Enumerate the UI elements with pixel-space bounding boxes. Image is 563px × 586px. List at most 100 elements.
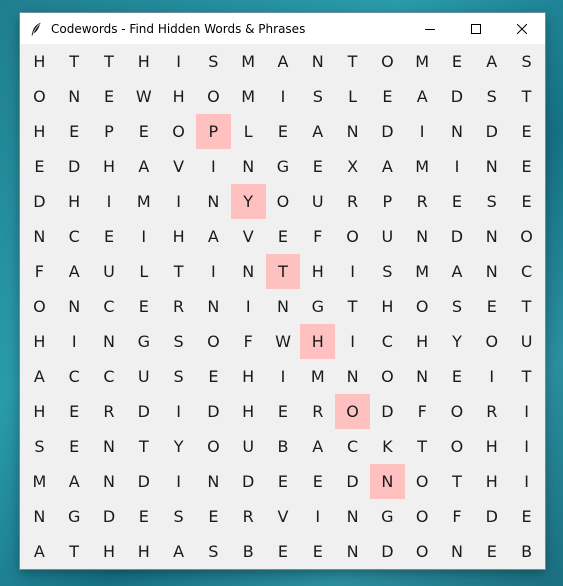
letter-cell[interactable]: M: [405, 149, 440, 184]
letter-cell[interactable]: D: [440, 79, 475, 114]
letter-cell[interactable]: H: [22, 324, 57, 359]
letter-cell[interactable]: N: [335, 359, 370, 394]
letter-cell[interactable]: P: [370, 184, 405, 219]
letter-cell[interactable]: S: [161, 359, 196, 394]
letter-cell[interactable]: N: [231, 149, 266, 184]
letter-cell[interactable]: E: [22, 149, 57, 184]
letter-cell[interactable]: A: [22, 359, 57, 394]
letter-cell[interactable]: C: [92, 289, 127, 324]
letter-cell[interactable]: E: [440, 184, 475, 219]
letter-cell[interactable]: R: [405, 184, 440, 219]
highlighted-letter-cell[interactable]: T: [265, 254, 301, 289]
letter-cell[interactable]: N: [440, 534, 475, 569]
letter-cell[interactable]: N: [196, 464, 231, 499]
letter-cell[interactable]: N: [231, 254, 266, 289]
letter-cell[interactable]: D: [126, 464, 161, 499]
letter-cell[interactable]: D: [370, 394, 405, 429]
letter-cell[interactable]: H: [474, 429, 509, 464]
letter-cell[interactable]: O: [196, 324, 231, 359]
letter-cell[interactable]: W: [266, 324, 301, 359]
letter-cell[interactable]: A: [300, 429, 335, 464]
letter-cell[interactable]: O: [405, 464, 440, 499]
letter-cell[interactable]: S: [196, 44, 231, 79]
letter-cell[interactable]: H: [92, 534, 127, 569]
letter-cell[interactable]: G: [266, 149, 301, 184]
letter-cell[interactable]: O: [266, 184, 301, 219]
letter-cell[interactable]: H: [231, 394, 266, 429]
letter-cell[interactable]: U: [300, 184, 335, 219]
letter-cell[interactable]: H: [92, 149, 127, 184]
letter-cell[interactable]: H: [405, 324, 440, 359]
letter-cell[interactable]: R: [231, 499, 266, 534]
letter-cell[interactable]: H: [231, 359, 266, 394]
maximize-button[interactable]: [453, 13, 499, 44]
letter-cell[interactable]: I: [509, 464, 544, 499]
letter-cell[interactable]: D: [196, 394, 231, 429]
letter-cell[interactable]: U: [126, 359, 161, 394]
letter-cell[interactable]: E: [300, 464, 335, 499]
letter-cell[interactable]: A: [405, 79, 440, 114]
letter-cell[interactable]: F: [22, 254, 57, 289]
letter-cell[interactable]: E: [266, 534, 301, 569]
letter-cell[interactable]: A: [22, 534, 57, 569]
letter-cell[interactable]: N: [405, 219, 440, 254]
letter-cell[interactable]: H: [370, 289, 405, 324]
letter-cell[interactable]: O: [161, 114, 196, 149]
letter-cell[interactable]: E: [126, 114, 161, 149]
letter-cell[interactable]: O: [474, 324, 509, 359]
letter-cell[interactable]: E: [57, 114, 92, 149]
highlighted-letter-cell[interactable]: Y: [230, 184, 266, 219]
letter-cell[interactable]: I: [405, 114, 440, 149]
letter-cell[interactable]: S: [474, 79, 509, 114]
letter-cell[interactable]: O: [196, 429, 231, 464]
letter-cell[interactable]: T: [126, 429, 161, 464]
letter-cell[interactable]: E: [300, 534, 335, 569]
letter-cell[interactable]: O: [22, 79, 57, 114]
letter-cell[interactable]: E: [266, 464, 301, 499]
letter-cell[interactable]: I: [474, 359, 509, 394]
letter-cell[interactable]: N: [92, 429, 127, 464]
letter-cell[interactable]: I: [196, 254, 231, 289]
letter-cell[interactable]: E: [266, 114, 301, 149]
letter-cell[interactable]: O: [370, 359, 405, 394]
letter-cell[interactable]: R: [300, 394, 335, 429]
letter-cell[interactable]: O: [440, 429, 475, 464]
letter-cell[interactable]: D: [231, 464, 266, 499]
letter-cell[interactable]: D: [57, 149, 92, 184]
letter-cell[interactable]: N: [405, 359, 440, 394]
letter-cell[interactable]: O: [196, 79, 231, 114]
letter-cell[interactable]: E: [474, 534, 509, 569]
letter-cell[interactable]: D: [440, 219, 475, 254]
letter-cell[interactable]: R: [335, 184, 370, 219]
letter-cell[interactable]: M: [300, 359, 335, 394]
letter-cell[interactable]: H: [22, 394, 57, 429]
letter-cell[interactable]: F: [231, 324, 266, 359]
letter-cell[interactable]: O: [22, 289, 57, 324]
letter-cell[interactable]: N: [335, 499, 370, 534]
letter-cell[interactable]: H: [161, 79, 196, 114]
highlighted-letter-cell[interactable]: P: [195, 114, 231, 149]
letter-cell[interactable]: E: [92, 79, 127, 114]
close-button[interactable]: [499, 13, 545, 44]
letter-cell[interactable]: A: [126, 149, 161, 184]
letter-cell[interactable]: X: [335, 149, 370, 184]
minimize-button[interactable]: [407, 13, 453, 44]
letter-cell[interactable]: I: [266, 359, 301, 394]
title-bar[interactable]: Codewords - Find Hidden Words & Phrases: [20, 13, 545, 44]
letter-cell[interactable]: H: [22, 44, 57, 79]
letter-cell[interactable]: E: [474, 289, 509, 324]
highlighted-letter-cell[interactable]: O: [335, 394, 370, 429]
letter-cell[interactable]: N: [474, 254, 509, 289]
letter-cell[interactable]: A: [474, 44, 509, 79]
letter-cell[interactable]: S: [440, 289, 475, 324]
letter-cell[interactable]: I: [57, 324, 92, 359]
letter-cell[interactable]: V: [161, 149, 196, 184]
letter-cell[interactable]: T: [57, 44, 92, 79]
letter-cell[interactable]: M: [405, 44, 440, 79]
letter-cell[interactable]: H: [22, 114, 57, 149]
letter-cell[interactable]: L: [335, 79, 370, 114]
letter-cell[interactable]: A: [370, 149, 405, 184]
letter-cell[interactable]: T: [92, 44, 127, 79]
letter-cell[interactable]: O: [440, 394, 475, 429]
letter-cell[interactable]: M: [126, 184, 161, 219]
